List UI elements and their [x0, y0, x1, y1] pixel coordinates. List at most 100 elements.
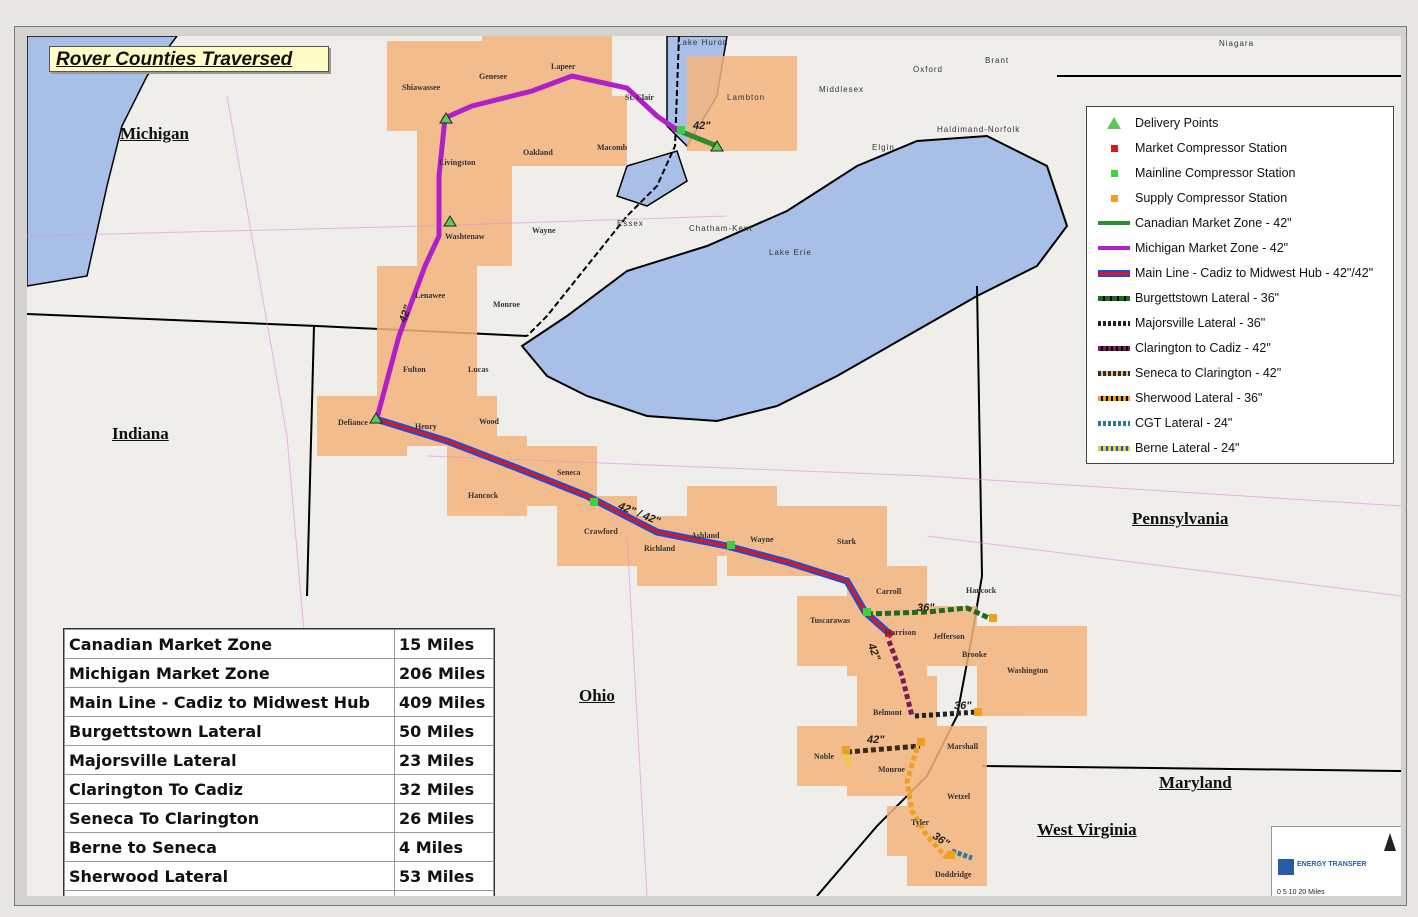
- supply-compressor: [974, 708, 982, 716]
- county-label: St. Clair: [625, 93, 654, 102]
- company-name: ENERGY TRANSFER: [1297, 861, 1367, 868]
- state-label-pennsylvania: Pennsylvania: [1132, 509, 1229, 528]
- legend-item: Delivery Points: [1097, 113, 1218, 133]
- mi-in-border: [27, 313, 318, 327]
- legend-item: Sherwood Lateral - 36": [1097, 388, 1262, 408]
- segment-distance: 26 Miles: [394, 803, 494, 833]
- segment-name: Main Line - Cadiz to Midwest Hub: [64, 687, 395, 717]
- legend-label: Main Line - Cadiz to Midwest Hub - 42"/4…: [1135, 266, 1374, 280]
- water-label-lake-erie: Lake Erie: [769, 248, 812, 257]
- pipe-label-burgettstown: 36": [917, 602, 935, 614]
- segment-distance: 23 Miles: [394, 745, 494, 775]
- segment-name: CGT Lateral: [64, 890, 395, 896]
- green-line-icon: [1097, 221, 1131, 225]
- energy-transfer-logo-box: ENERGY TRANSFER 0 5 10 20 Miles: [1271, 826, 1401, 896]
- county-label: Jefferson: [933, 632, 965, 641]
- purple-black-dashed-line-icon: [1097, 345, 1131, 351]
- county-label: Fulton: [403, 365, 426, 374]
- lake-st-clair: [616, 150, 688, 207]
- county-label: Carroll: [876, 587, 902, 596]
- legend-item: Berne Lateral - 24": [1097, 438, 1240, 458]
- county-label: Lenawee: [415, 291, 446, 300]
- county-label: Noble: [814, 752, 834, 761]
- legend-item: Burgettstown Lateral - 36": [1097, 288, 1279, 308]
- pipe-label-canadian: 42": [693, 120, 711, 132]
- segment-name: Clarington To Cadiz: [64, 774, 395, 804]
- segment-name: Sherwood Lateral: [64, 861, 395, 891]
- segment-name: Burgettstown Lateral: [64, 716, 395, 746]
- table-row: Clarington To Cadiz 32 Miles: [64, 774, 494, 804]
- segment-distance: 15 Miles: [394, 629, 494, 659]
- region-label: Haldimand-Norfolk: [937, 125, 1021, 134]
- legend-label: Supply Compressor Station: [1135, 191, 1288, 205]
- mileage-table: Canadian Market Zone 15 Miles Michigan Mar…: [63, 628, 495, 896]
- purple-line-icon: [1097, 246, 1131, 250]
- county-label: Monroe: [493, 300, 520, 309]
- county-label: Brooke: [962, 650, 987, 659]
- supply-compressor: [842, 746, 850, 754]
- county-label: Marshall: [947, 742, 979, 751]
- legend-item: Seneca to Clarington - 42": [1097, 363, 1281, 383]
- segment-distance: 409 Miles: [394, 687, 494, 717]
- mainline-compressor: [677, 126, 685, 134]
- mainline-compressor: [727, 541, 735, 549]
- state-label-maryland: Maryland: [1159, 773, 1232, 792]
- county-label: Monroe: [878, 765, 905, 774]
- supply-compressor: [947, 851, 955, 859]
- legend-item: Supply Compressor Station: [1097, 188, 1287, 208]
- region-label: Middlesex: [819, 85, 865, 94]
- county-label: Doddridge: [935, 870, 972, 879]
- red-square-icon: [1097, 144, 1131, 152]
- legend-label: Burgettstown Lateral - 36": [1135, 291, 1280, 305]
- table-row: Berne to Seneca 4 Miles: [64, 832, 494, 862]
- county-label: Lapeer: [551, 62, 576, 71]
- segment-name: Seneca To Clarington: [64, 803, 395, 833]
- mainline-compressor: [590, 498, 598, 506]
- pipe-label-seneca-clarington: 42": [867, 734, 885, 746]
- table-row: Burgettstown Lateral 50 Miles: [64, 716, 494, 746]
- supply-compressor: [917, 738, 925, 746]
- pipe-label-majorsville: 36": [954, 700, 972, 712]
- county-label: Hancock: [468, 491, 499, 500]
- county-label: Defiance: [338, 418, 368, 427]
- county-label: Henry: [415, 422, 437, 431]
- legend-label: Majorsville Lateral - 36": [1135, 316, 1266, 330]
- state-label-indiana: Indiana: [112, 424, 169, 443]
- county-label: Washington: [1007, 666, 1048, 675]
- segment-name: Berne to Seneca: [64, 832, 395, 862]
- county-label: Wayne: [750, 535, 774, 544]
- region-label: Chatham-Kent: [689, 224, 753, 233]
- county-label: Livingston: [439, 158, 476, 167]
- green-square-icon: [1097, 169, 1131, 177]
- county-label: Belmont: [873, 708, 902, 717]
- yellow-blue-dashed-line-icon: [1097, 445, 1131, 451]
- lake-huron: [27, 36, 178, 287]
- mainline-compressor: [863, 608, 871, 616]
- water-label-lake-huron: Lake Huron: [677, 38, 729, 47]
- triangle-icon: [1097, 117, 1131, 129]
- map-canvas: Rover Counties Traversed Michigan Indian…: [27, 36, 1401, 896]
- segment-name: Majorsville Lateral: [64, 745, 395, 775]
- county-label: Shiawassee: [402, 83, 441, 92]
- county-label: Harrison: [885, 628, 917, 637]
- legend-item: Majorsville Lateral - 36": [1097, 313, 1265, 333]
- state-label-michigan: Michigan: [120, 124, 189, 143]
- region-label: Elgin: [872, 143, 895, 152]
- county-label: Wood: [479, 417, 500, 426]
- county-label: Lucas: [468, 365, 489, 374]
- legend-label: Delivery Points: [1135, 116, 1219, 130]
- state-label-west-virginia: West Virginia: [1037, 820, 1137, 839]
- segment-distance: 5 Miles: [394, 890, 494, 896]
- state-label-ohio: Ohio: [579, 686, 615, 705]
- legend-label: Seneca to Clarington - 42": [1135, 366, 1282, 380]
- segment-distance: 50 Miles: [394, 716, 494, 746]
- legend-item: CGT Lateral - 24": [1097, 413, 1232, 433]
- in-oh-border: [306, 325, 315, 597]
- table-row: Majorsville Lateral 23 Miles: [64, 745, 494, 775]
- table-row: CGT Lateral5 Miles: [64, 890, 494, 896]
- table-row: Main Line - Cadiz to Midwest Hub 409 Mile…: [64, 687, 494, 717]
- scale-bar: 0 5 10 20 Miles: [1277, 889, 1325, 896]
- legend-label: Sherwood Lateral - 36": [1135, 391, 1263, 405]
- county-label: Macomb: [597, 143, 628, 152]
- legend-item: Mainline Compressor Station: [1097, 163, 1296, 183]
